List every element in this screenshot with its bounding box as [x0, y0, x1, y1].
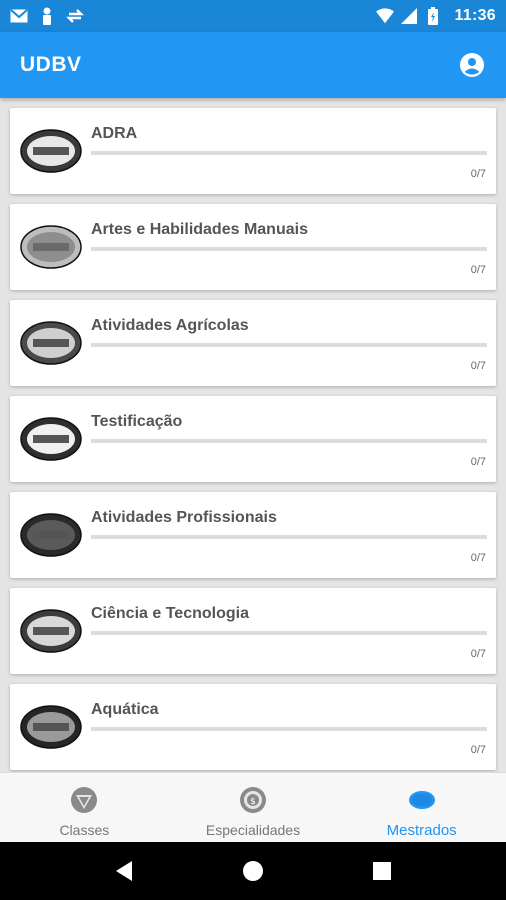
mestrado-card[interactable]: Testificação 0/7 — [10, 396, 496, 482]
badge-band — [33, 723, 69, 731]
system-navigation-bar — [0, 842, 506, 900]
nav-item-especialidades[interactable]: $ Especialidades — [169, 773, 338, 842]
mestrado-title: ADRA — [91, 125, 138, 142]
progress-bar — [91, 727, 487, 731]
wifi-icon — [376, 7, 395, 25]
progress-bar — [91, 343, 487, 347]
ciencia-badge-icon — [20, 609, 82, 653]
svg-text:$: $ — [250, 797, 256, 807]
back-button[interactable] — [109, 856, 139, 886]
progress-bar — [91, 439, 487, 443]
badge-band — [33, 147, 69, 155]
home-button[interactable] — [238, 856, 268, 886]
status-system: 11:36 — [376, 7, 496, 25]
mestrado-title: Artes e Habilidades Manuais — [91, 221, 308, 238]
progress-bar — [91, 631, 487, 635]
progress-count: 0/7 — [470, 648, 486, 660]
badge-emblem — [20, 513, 82, 557]
badge-band — [33, 627, 69, 635]
mestrado-title: Atividades Profissionais — [91, 509, 277, 526]
nav-label: Classes — [59, 822, 110, 838]
home-icon — [242, 861, 263, 881]
artes-badge-icon — [20, 225, 82, 269]
adra-badge-icon — [20, 129, 82, 173]
aquatica-badge-icon — [20, 705, 82, 749]
status-notifications — [10, 7, 84, 25]
bottom-navigation: Classes $ Especialidades Mestrados — [0, 772, 506, 842]
mestrado-card[interactable]: Atividades Agrícolas 0/7 — [10, 300, 496, 386]
app-title: UDBV — [20, 53, 82, 76]
mestrado-card[interactable]: Atividades Profissionais 0/7 — [10, 492, 496, 578]
clock: 11:36 — [454, 7, 496, 24]
classes-icon — [71, 787, 98, 813]
nav-item-mestrados[interactable]: Mestrados — [337, 773, 506, 842]
mestrados-list[interactable]: ADRA 0/7 Artes e Habilidades Manuais 0/7… — [0, 98, 506, 772]
badge-emblem — [20, 609, 82, 653]
progress-count: 0/7 — [470, 456, 486, 468]
progress-count: 0/7 — [470, 264, 486, 276]
progress-count: 0/7 — [470, 744, 486, 756]
recents-icon — [372, 862, 391, 880]
battery-icon — [424, 7, 442, 25]
especialidades-icon: $ — [240, 787, 266, 813]
recents-button[interactable] — [367, 856, 397, 886]
mestrado-card[interactable]: Artes e Habilidades Manuais 0/7 — [10, 204, 496, 290]
nav-label: Mestrados — [386, 822, 457, 839]
account-button[interactable] — [458, 51, 486, 79]
badge-emblem — [20, 705, 82, 749]
progress-count: 0/7 — [470, 360, 486, 372]
badge-band — [33, 243, 69, 251]
mestrado-card[interactable]: Ciência e Tecnologia 0/7 — [10, 588, 496, 674]
mestrado-card[interactable]: ADRA 0/7 — [10, 108, 496, 194]
nav-label: Especialidades — [205, 822, 301, 838]
profissionais-badge-icon — [20, 513, 82, 557]
testificacao-badge-icon — [20, 417, 82, 461]
person-icon — [38, 7, 56, 25]
gmail-icon — [10, 7, 28, 25]
badge-band — [33, 339, 69, 347]
badge-band — [33, 531, 69, 539]
nav-item-classes[interactable]: Classes — [0, 773, 169, 842]
mestrado-title: Atividades Agrícolas — [91, 317, 249, 334]
badge-emblem — [20, 321, 82, 365]
mestrados-icon — [408, 791, 435, 809]
progress-bar — [91, 247, 487, 251]
account-circle-icon — [460, 53, 484, 77]
mestrado-card[interactable]: Aquática 0/7 — [10, 684, 496, 770]
badge-emblem — [20, 417, 82, 461]
app-bar: UDBV — [0, 32, 506, 98]
mestrado-title: Aquática — [91, 701, 159, 718]
agricolas-badge-icon — [20, 321, 82, 365]
sync-icon — [66, 7, 84, 25]
progress-bar — [91, 535, 487, 539]
signal-icon — [400, 7, 418, 25]
badge-band — [33, 435, 69, 443]
mestrado-title: Testificação — [91, 413, 183, 430]
status-bar: 11:36 — [0, 0, 506, 32]
mestrado-title: Ciência e Tecnologia — [91, 605, 249, 622]
badge-emblem — [20, 225, 82, 269]
badge-emblem — [20, 129, 82, 173]
back-icon — [116, 861, 133, 881]
progress-bar — [91, 151, 487, 155]
progress-count: 0/7 — [470, 168, 486, 180]
progress-count: 0/7 — [470, 552, 486, 564]
